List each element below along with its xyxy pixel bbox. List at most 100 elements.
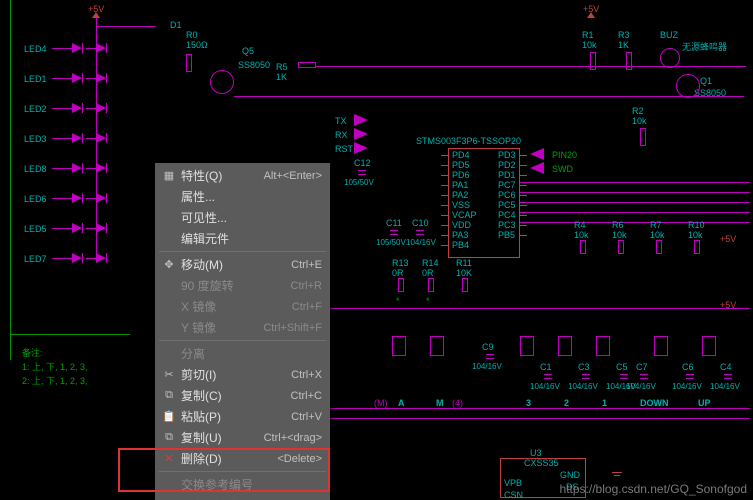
menu-accel: Ctrl+R — [291, 280, 322, 292]
resistor[interactable] — [186, 54, 192, 72]
buffer-icon[interactable] — [354, 114, 368, 126]
switch[interactable] — [392, 336, 406, 356]
menu-item-delete[interactable]: ✕ 删除(D) <Delete> — [155, 448, 330, 469]
menu-label: 剪切(I) — [179, 366, 291, 383]
led-symbol[interactable] — [96, 103, 110, 113]
resistor[interactable] — [580, 240, 586, 254]
net-label: 1 — [602, 398, 607, 408]
led-symbol[interactable] — [72, 73, 86, 83]
component-ref: R5 — [276, 62, 288, 72]
led-symbol[interactable] — [96, 43, 110, 53]
resistor[interactable] — [398, 278, 404, 292]
capacitor[interactable] — [416, 226, 424, 240]
led-ref: LED2 — [24, 104, 47, 114]
buffer-icon[interactable] — [530, 148, 544, 160]
switch[interactable] — [430, 336, 444, 356]
led-symbol[interactable] — [96, 223, 110, 233]
buffer-icon[interactable] — [354, 128, 368, 140]
menu-item-copy[interactable]: ⧉ 复制(C) Ctrl+C — [155, 385, 330, 406]
menu-accel: Ctrl+X — [291, 369, 322, 381]
ic-title: STMS003F3P6-TSSOP20 — [416, 136, 521, 146]
capacitor[interactable] — [486, 350, 494, 364]
component-ref: R0 — [186, 30, 198, 40]
resistor[interactable] — [640, 128, 646, 146]
led-ref: LED1 — [24, 74, 47, 84]
menu-item-cut[interactable]: ✂ 剪切(I) Ctrl+X — [155, 364, 330, 385]
led-symbol[interactable] — [72, 43, 86, 53]
switch[interactable] — [596, 336, 610, 356]
resistor[interactable] — [428, 278, 434, 292]
led-symbol[interactable] — [72, 163, 86, 173]
led-ref: LED6 — [24, 194, 47, 204]
switch[interactable] — [520, 336, 534, 356]
capacitor[interactable] — [358, 166, 366, 180]
resistor[interactable] — [618, 240, 624, 254]
buffer-icon[interactable] — [354, 142, 368, 154]
menu-item-duplicate[interactable]: ⧉ 复制(U) Ctrl+<drag> — [155, 427, 330, 448]
resistor[interactable] — [626, 52, 632, 70]
led-symbol[interactable] — [72, 193, 86, 203]
transistor[interactable] — [210, 70, 234, 94]
net-label: * — [426, 296, 430, 306]
led-symbol[interactable] — [72, 103, 86, 113]
menu-item-properties[interactable]: ▦ 特性(Q) Alt+<Enter> — [155, 165, 330, 186]
resistor[interactable] — [298, 62, 316, 68]
net-label: RST — [335, 144, 353, 154]
power-label: +5V — [720, 234, 736, 244]
switch[interactable] — [558, 336, 572, 356]
net-label: M — [436, 398, 444, 408]
component-ref: R13 — [392, 258, 409, 268]
capacitor[interactable] — [640, 370, 648, 384]
component-ref: R6 — [612, 220, 624, 230]
capacitor[interactable] — [390, 226, 398, 240]
menu-label: 粘贴(P) — [179, 408, 291, 425]
led-symbol[interactable] — [96, 193, 110, 203]
component-val: 10k — [582, 40, 597, 50]
menu-label: 属性... — [179, 188, 322, 205]
capacitor[interactable] — [686, 370, 694, 384]
copy-icon: ⧉ — [159, 430, 179, 446]
menu-accel: Ctrl+F — [292, 301, 322, 313]
switch[interactable] — [702, 336, 716, 356]
pin-label: VCAP — [452, 210, 477, 220]
pin-label: PB5 — [498, 230, 515, 240]
context-menu: ▦ 特性(Q) Alt+<Enter> 属性... 可见性... 编辑元件 ✥ … — [155, 163, 330, 500]
pin-label: PC7 — [498, 180, 516, 190]
led-ref: LED4 — [24, 44, 47, 54]
menu-accel: Ctrl+Shift+F — [263, 322, 322, 334]
transistor[interactable] — [676, 74, 700, 98]
menu-item-attributes[interactable]: 属性... — [155, 186, 330, 207]
resistor[interactable] — [694, 240, 700, 254]
pin-label: VSS — [452, 200, 470, 210]
buffer-icon[interactable] — [530, 162, 544, 174]
resistor[interactable] — [656, 240, 662, 254]
menu-item-move[interactable]: ✥ 移动(M) Ctrl+E — [155, 254, 330, 275]
menu-accel: Alt+<Enter> — [264, 170, 322, 182]
switch[interactable] — [654, 336, 668, 356]
menu-item-paste[interactable]: 📋 粘贴(P) Ctrl+V — [155, 406, 330, 427]
led-symbol[interactable] — [96, 253, 110, 263]
led-symbol[interactable] — [72, 223, 86, 233]
led-symbol[interactable] — [96, 73, 110, 83]
capacitor[interactable] — [724, 370, 732, 384]
menu-label: Y 镜像 — [179, 319, 263, 336]
capacitor[interactable] — [582, 370, 590, 384]
buzzer[interactable] — [660, 48, 680, 68]
blank-icon — [159, 210, 179, 226]
schematic-canvas[interactable]: +5V +5V +5V +5V LED4 LED1 LED2 — [0, 0, 753, 500]
menu-accel: Ctrl+C — [291, 390, 322, 402]
led-symbol[interactable] — [96, 163, 110, 173]
led-symbol[interactable] — [72, 133, 86, 143]
component-ref: Q1 — [700, 76, 712, 86]
led-symbol[interactable] — [72, 253, 86, 263]
capacitor[interactable] — [544, 370, 552, 384]
resistor[interactable] — [590, 52, 596, 70]
menu-label: 编辑元件 — [179, 230, 322, 247]
menu-item-edit-component[interactable]: 编辑元件 — [155, 228, 330, 249]
pin-label: PC4 — [498, 210, 516, 220]
menu-label: 分离 — [179, 345, 322, 362]
menu-item-visibility[interactable]: 可见性... — [155, 207, 330, 228]
led-symbol[interactable] — [96, 133, 110, 143]
led-ref: LED3 — [24, 134, 47, 144]
resistor[interactable] — [462, 278, 468, 292]
